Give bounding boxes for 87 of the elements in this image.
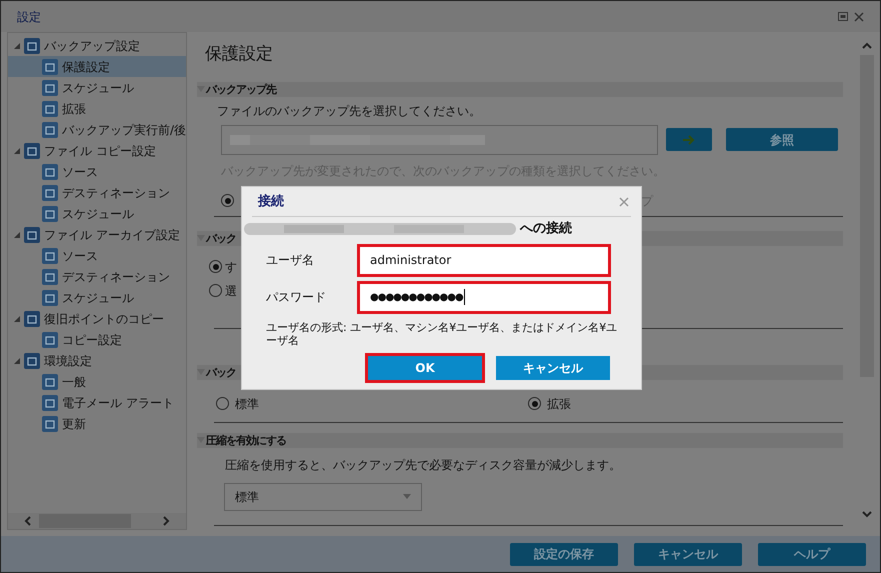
tile-icon (24, 226, 40, 242)
collapse-arrow-icon (197, 235, 205, 241)
close-icon[interactable] (619, 196, 629, 206)
tile-icon (42, 374, 58, 390)
expand-arrow-icon[interactable] (14, 316, 20, 322)
radio-button[interactable] (209, 260, 222, 273)
tree-item[interactable]: スケジュール (8, 287, 186, 308)
expand-arrow-icon[interactable] (14, 232, 20, 238)
dialog-button[interactable]: キャンセル (493, 353, 613, 383)
radio-button[interactable] (528, 397, 541, 410)
tile-icon (42, 394, 58, 410)
tree-item[interactable]: スケジュール (8, 77, 186, 98)
hint-text: ユーザ名の形式: ユーザ名、マシン名¥ユーザ名、またはドメイン名¥ユーザ名 (265, 321, 618, 347)
restore-icon[interactable] (838, 12, 848, 20)
dialog-button[interactable]: OK (365, 353, 485, 383)
tile-icon (42, 80, 58, 96)
password-field[interactable]: ●●●●●●●●●●●● (357, 280, 611, 314)
collapse-arrow-icon (197, 369, 205, 375)
tile-icon (42, 58, 58, 74)
path-field[interactable] (221, 124, 658, 154)
tree-item[interactable]: ソース (8, 161, 186, 182)
tree-item[interactable]: 電子メール アラート (8, 392, 186, 413)
footer-button[interactable]: 設定の保存 (510, 542, 618, 566)
section-header[interactable]: 圧縮を有効にする (197, 432, 843, 448)
field-label: ユーザ名 (265, 252, 315, 269)
dialog-title: 接続 (258, 192, 284, 211)
expand-arrow-icon[interactable] (14, 358, 20, 364)
tile-icon (24, 352, 40, 368)
tile-icon (24, 142, 40, 158)
tree-item[interactable]: 環境設定 (8, 350, 186, 371)
radio-button[interactable] (216, 397, 229, 410)
tile-icon (24, 38, 40, 54)
tree-item[interactable]: ファイル アーカイブ設定 (8, 224, 186, 245)
tile-icon (42, 206, 58, 222)
chevron-down-icon[interactable] (862, 511, 872, 518)
section-header[interactable]: バックアップ先 (197, 82, 843, 96)
tile-icon (42, 416, 58, 432)
tree-item[interactable]: ファイル コピー設定 (8, 140, 186, 161)
tree-item[interactable]: 復旧ポイントのコピー (8, 308, 186, 329)
tree-item[interactable]: デスティネーション (8, 266, 186, 287)
tree-item[interactable]: デスティネーション (8, 182, 186, 203)
tile-icon (42, 248, 58, 264)
compression-dropdown[interactable]: 標準 (224, 482, 422, 510)
description-text: ファイルのバックアップ先を選択してください。 (217, 102, 482, 120)
chevron-left-icon[interactable] (24, 516, 31, 526)
radio-button[interactable] (209, 284, 222, 297)
tile-icon (42, 184, 58, 200)
page-heading: 保護設定 (205, 43, 274, 66)
arrow-right-icon (683, 134, 695, 144)
option-label: 標準 (235, 396, 259, 412)
footer-button[interactable]: キャンセル (634, 542, 742, 566)
tree-item[interactable]: 保護設定 (8, 56, 186, 77)
tree-item[interactable]: 更新 (8, 413, 186, 434)
tile-icon (42, 100, 58, 116)
option-label: 拡張 (547, 396, 571, 412)
horizontal-scrollbar[interactable] (8, 513, 186, 529)
tile-icon (42, 122, 58, 138)
collapse-arrow-icon (197, 86, 205, 92)
description-text: 圧縮を使用すると、バックアップ先で必要なディスク容量が減少します。 (225, 456, 622, 474)
radio-button[interactable] (221, 194, 234, 207)
field-label: パスワード (265, 289, 327, 306)
username-field[interactable]: administrator (357, 244, 611, 276)
dropdown-arrow-icon (403, 494, 411, 499)
window-title: 設定 (17, 8, 41, 26)
tree-item[interactable]: ソース (8, 245, 186, 266)
tree-item[interactable]: スケジュール (8, 203, 186, 224)
tree-item[interactable]: コピー設定 (8, 329, 186, 350)
tree-item[interactable]: バックアップ実行前/後 (8, 119, 186, 140)
tile-icon (42, 332, 58, 348)
tile-icon (42, 164, 58, 180)
tree-item[interactable]: 一般 (8, 371, 186, 392)
chevron-up-icon[interactable] (862, 42, 872, 49)
collapse-arrow-icon (197, 437, 205, 443)
tile-icon (42, 268, 58, 284)
tile-icon (24, 310, 40, 326)
tree-item[interactable]: バックアップ設定 (8, 35, 186, 56)
connection-target-text: への接続 (520, 220, 572, 238)
option-label: す (225, 258, 237, 276)
close-icon[interactable] (854, 12, 864, 22)
expand-arrow-icon[interactable] (14, 42, 20, 48)
expand-arrow-icon[interactable] (14, 148, 20, 154)
footer-button[interactable]: ヘルプ (758, 542, 866, 566)
chevron-right-icon[interactable] (163, 516, 170, 526)
option-label: 選 (225, 282, 237, 300)
browse-button[interactable]: 参照 (726, 128, 838, 151)
tree-item[interactable]: 拡張 (8, 98, 186, 119)
tile-icon (42, 290, 58, 306)
